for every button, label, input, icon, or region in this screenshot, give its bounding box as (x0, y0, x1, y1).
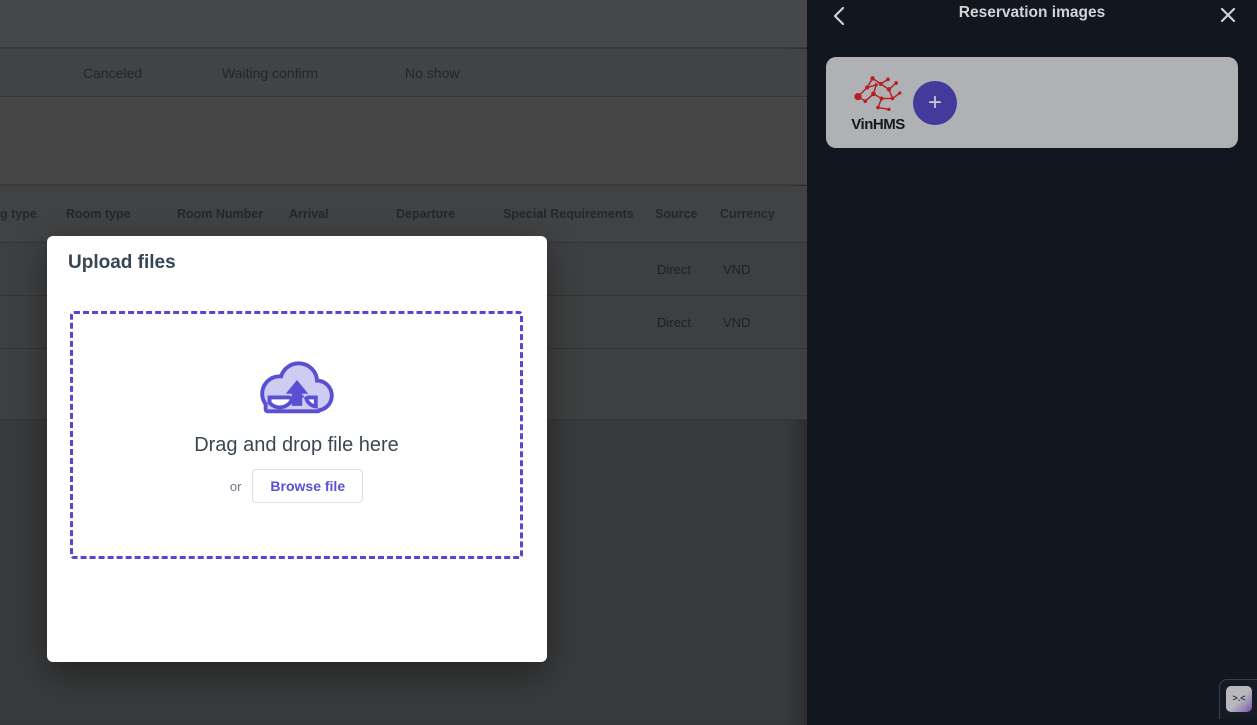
cell-source: Direct (657, 296, 691, 349)
vinhms-logo: VinHMS (846, 73, 910, 135)
col-departure: Departure (396, 186, 455, 242)
col-special-requirements: Special Requirements (503, 186, 634, 242)
filter-area (0, 97, 807, 185)
network-graph-icon (850, 73, 906, 113)
corner-widget-frame: >.< (1219, 679, 1257, 719)
dropzone-label: Drag and drop file here (194, 434, 399, 457)
file-dropzone[interactable]: Drag and drop file here or Browse file (70, 311, 523, 559)
close-button[interactable] (1218, 5, 1238, 25)
modal-title: Upload files (68, 252, 176, 274)
cloud-upload-icon (253, 354, 341, 418)
cell-source: Direct (657, 243, 691, 296)
tab-waiting-confirm[interactable]: Waiting confirm (222, 49, 318, 97)
col-room-number: Room Number (177, 186, 263, 242)
col-currency: Currency (720, 186, 775, 242)
feedback-widget-icon[interactable]: >.< (1226, 686, 1252, 712)
table-header-row: g type Room type Room Number Arrival Dep… (0, 186, 807, 242)
close-icon (1218, 5, 1238, 25)
col-source: Source (655, 186, 697, 242)
reservation-images-panel: Reservation images (807, 0, 1257, 725)
upload-files-modal: Upload files Drag and drop file here or … (47, 236, 547, 662)
panel-title: Reservation images (807, 4, 1257, 22)
cell-currency: VND (723, 296, 750, 349)
reservation-image-thumbnail[interactable]: VinHMS + (826, 57, 1238, 148)
status-tab-bar: Canceled Waiting confirm No show (0, 49, 807, 97)
or-label: or (230, 479, 242, 494)
browse-file-button[interactable]: Browse file (252, 469, 363, 503)
col-booking-type: g type (0, 186, 37, 242)
app-top-bar (0, 0, 807, 48)
col-arrival: Arrival (289, 186, 329, 242)
panel-header: Reservation images (807, 0, 1257, 34)
add-image-button[interactable]: + (913, 81, 957, 125)
tab-canceled[interactable]: Canceled (83, 49, 142, 97)
tab-no-show[interactable]: No show (405, 49, 459, 97)
cell-currency: VND (723, 243, 750, 296)
vinhms-logo-text: VinHMS (846, 116, 910, 133)
col-room-type: Room type (66, 186, 131, 242)
